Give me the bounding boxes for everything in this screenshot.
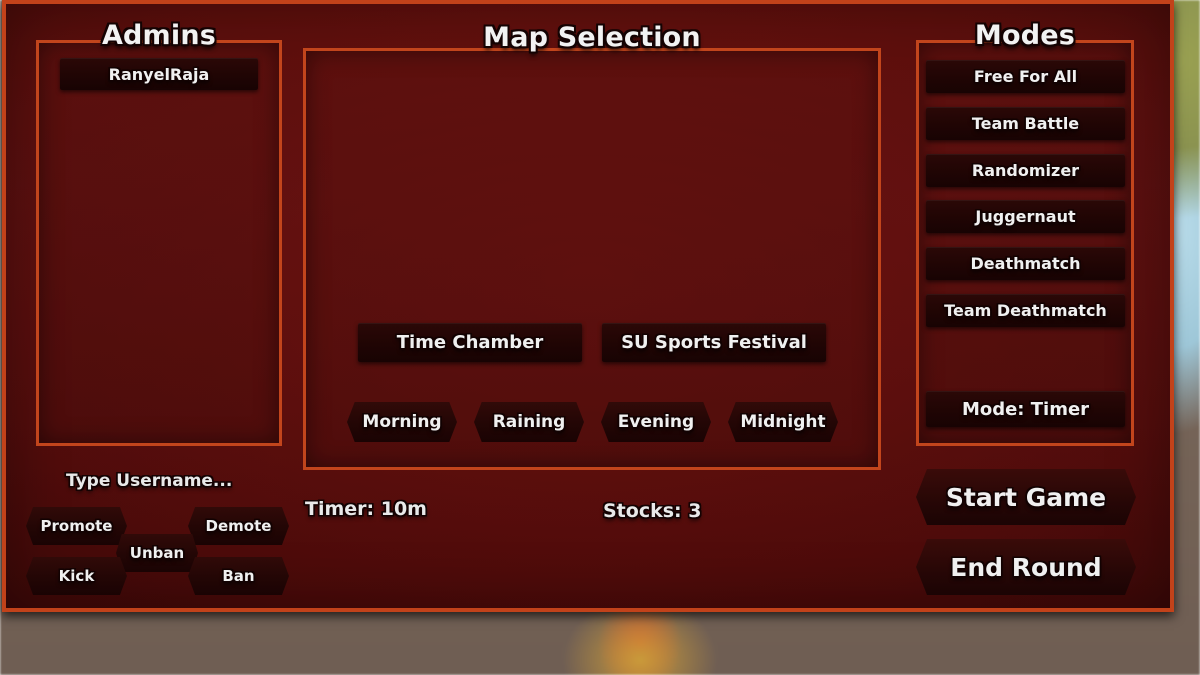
username-input[interactable]: Type Username...: [66, 471, 232, 491]
admin-list-item[interactable]: RanyelRaja: [60, 58, 258, 90]
modes-panel-title: Modes: [974, 20, 1076, 51]
kick-button[interactable]: Kick: [26, 557, 127, 595]
weather-option-evening[interactable]: Evening: [601, 402, 711, 442]
start-game-button[interactable]: Start Game: [916, 469, 1136, 525]
mode-option-team-deathmatch[interactable]: Team Deathmatch: [926, 294, 1125, 327]
map-option-su-sports-festival[interactable]: SU Sports Festival: [602, 323, 826, 362]
promote-button[interactable]: Promote: [26, 507, 127, 545]
map-selection-panel-title: Map Selection: [483, 22, 701, 53]
admins-list-panel: [36, 40, 282, 446]
mode-option-juggernaut[interactable]: Juggernaut: [926, 200, 1125, 233]
end-round-button[interactable]: End Round: [916, 539, 1136, 595]
mode-option-randomizer[interactable]: Randomizer: [926, 154, 1125, 187]
map-option-time-chamber[interactable]: Time Chamber: [358, 323, 582, 362]
ban-button[interactable]: Ban: [188, 557, 289, 595]
mode-option-deathmatch[interactable]: Deathmatch: [926, 247, 1125, 280]
unban-button[interactable]: Unban: [116, 534, 198, 572]
mode-option-free-for-all[interactable]: Free For All: [926, 60, 1125, 93]
demote-button[interactable]: Demote: [188, 507, 289, 545]
weather-option-raining[interactable]: Raining: [474, 402, 584, 442]
modes-panel: [916, 40, 1134, 446]
stocks-setting-label[interactable]: Stocks: 3: [603, 500, 701, 522]
admin-menu-frame: Admins RanyelRaja Type Username... Promo…: [2, 0, 1174, 612]
timer-setting-label[interactable]: Timer: 10m: [305, 498, 427, 520]
mode-timer-toggle[interactable]: Mode: Timer: [926, 391, 1125, 427]
weather-option-morning[interactable]: Morning: [347, 402, 457, 442]
weather-option-midnight[interactable]: Midnight: [728, 402, 838, 442]
mode-option-team-battle[interactable]: Team Battle: [926, 107, 1125, 140]
admins-panel-title: Admins: [101, 20, 217, 51]
